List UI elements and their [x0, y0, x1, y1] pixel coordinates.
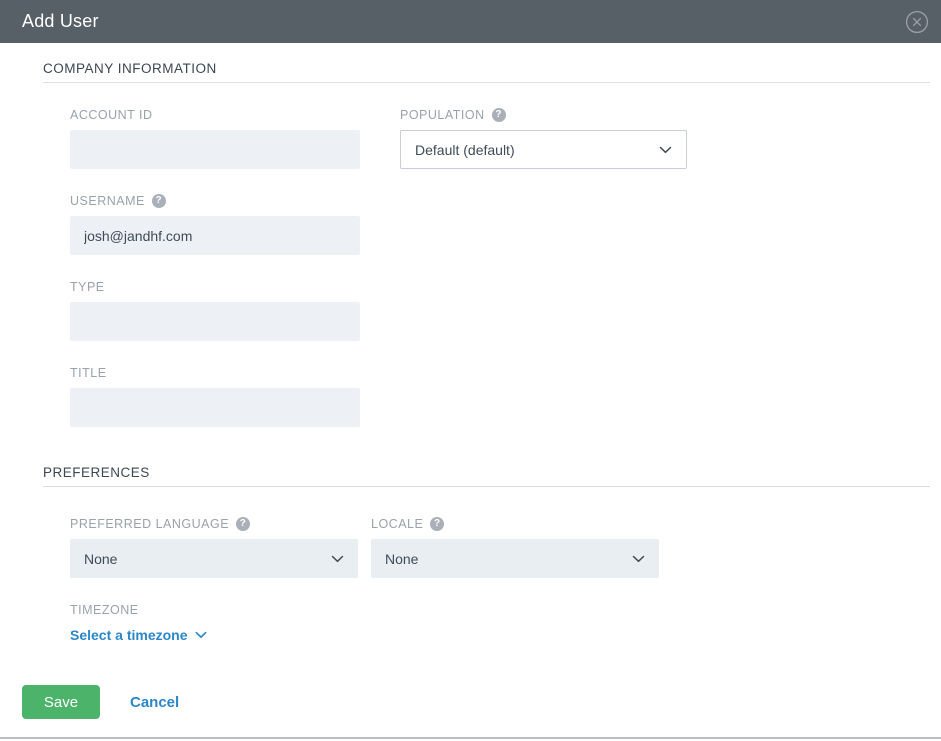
- locale-label: LOCALE ?: [371, 516, 659, 531]
- timezone-label: TIMEZONE: [70, 602, 941, 617]
- help-icon[interactable]: ?: [152, 194, 166, 208]
- close-button[interactable]: [903, 8, 931, 36]
- modal-title: Add User: [22, 11, 99, 32]
- account-id-input[interactable]: [70, 130, 360, 169]
- chevron-down-icon: [195, 631, 207, 639]
- population-select-value: Default (default): [415, 142, 515, 158]
- account-id-field-group: ACCOUNT ID: [70, 107, 360, 169]
- chevron-down-icon: [331, 555, 344, 563]
- timezone-select-link[interactable]: Select a timezone: [70, 627, 207, 643]
- save-button[interactable]: Save: [22, 685, 100, 719]
- username-field-group: USERNAME ?: [70, 193, 941, 255]
- preferred-language-select[interactable]: None: [70, 539, 358, 578]
- help-icon[interactable]: ?: [430, 517, 444, 531]
- section-header: PREFERENCES: [43, 465, 930, 487]
- locale-field-group: LOCALE ? None: [371, 516, 659, 578]
- cancel-button[interactable]: Cancel: [130, 694, 179, 711]
- modal-footer: Save Cancel: [22, 685, 941, 719]
- timezone-field-group: TIMEZONE Select a timezone: [70, 602, 941, 645]
- type-field-group: TYPE: [70, 279, 941, 341]
- modal-header: Add User: [0, 0, 941, 43]
- help-icon[interactable]: ?: [236, 517, 250, 531]
- chevron-down-icon: [659, 146, 672, 154]
- locale-select-value: None: [385, 551, 418, 567]
- preferred-language-select-value: None: [84, 551, 117, 567]
- chevron-down-icon: [632, 555, 645, 563]
- title-label: TITLE: [70, 365, 941, 380]
- section-title-company-information: COMPANY INFORMATION: [43, 61, 930, 76]
- section-title-preferences: PREFERENCES: [43, 465, 930, 480]
- population-select[interactable]: Default (default): [400, 130, 687, 169]
- modal-bottom-border: [0, 737, 941, 739]
- section-preferences: PREFERENCES PREFERRED LANGUAGE ? None: [0, 465, 941, 645]
- modal-body: COMPANY INFORMATION ACCOUNT ID POPULATIO…: [0, 43, 941, 719]
- preferred-language-label: PREFERRED LANGUAGE ?: [70, 516, 358, 531]
- title-input[interactable]: [70, 388, 360, 427]
- type-label: TYPE: [70, 279, 941, 294]
- population-label: POPULATION ?: [400, 107, 687, 122]
- title-field-group: TITLE: [70, 365, 941, 427]
- help-icon[interactable]: ?: [492, 108, 506, 122]
- username-input[interactable]: [70, 216, 360, 255]
- section-header: COMPANY INFORMATION: [43, 61, 930, 83]
- locale-select[interactable]: None: [371, 539, 659, 578]
- section-company-information: COMPANY INFORMATION ACCOUNT ID POPULATIO…: [0, 61, 941, 427]
- account-id-label: ACCOUNT ID: [70, 107, 360, 122]
- close-icon: [905, 10, 929, 34]
- type-input[interactable]: [70, 302, 360, 341]
- username-label: USERNAME ?: [70, 193, 941, 208]
- preferred-language-field-group: PREFERRED LANGUAGE ? None: [70, 516, 358, 578]
- population-field-group: POPULATION ? Default (default): [400, 107, 687, 169]
